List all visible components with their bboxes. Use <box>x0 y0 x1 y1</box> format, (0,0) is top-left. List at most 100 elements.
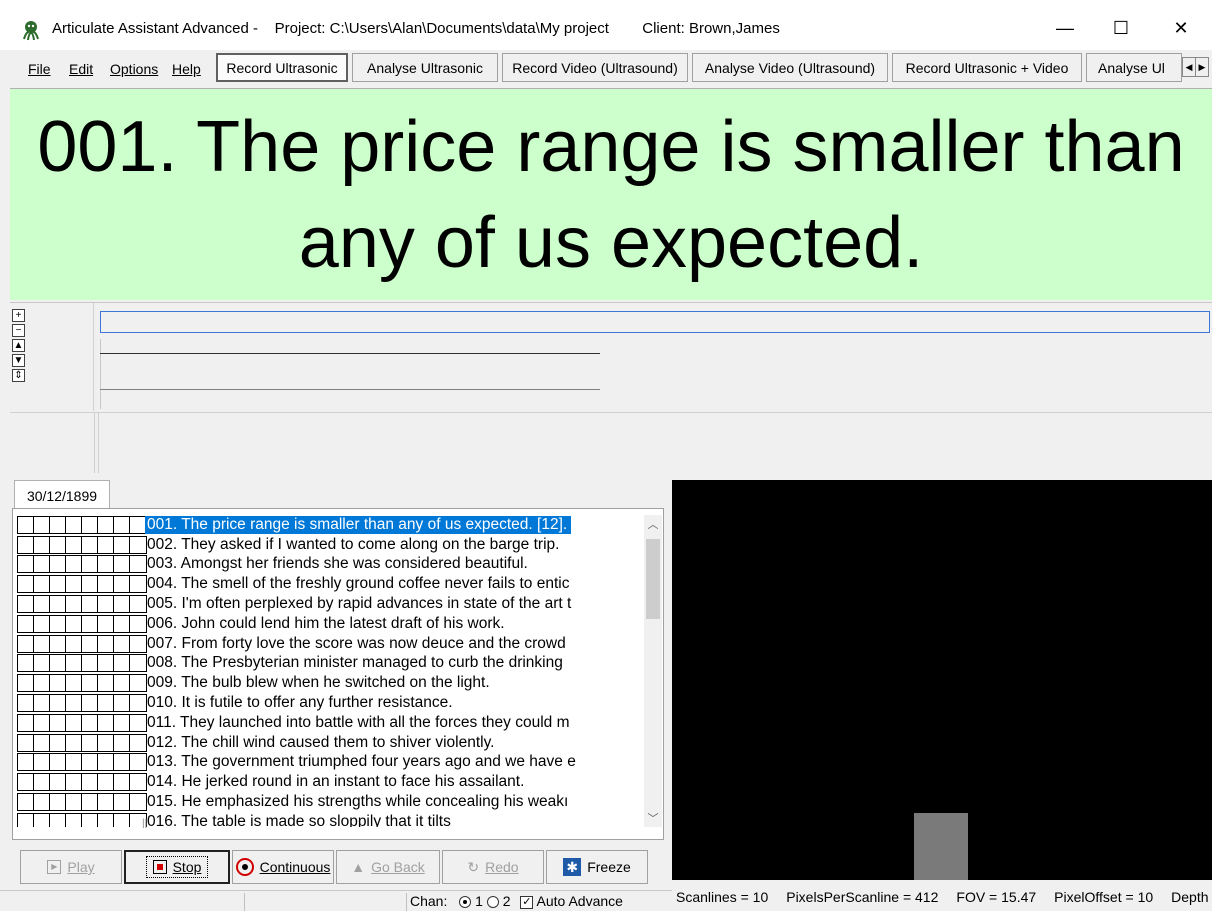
freeze-button[interactable]: ✱ Freeze <box>546 850 648 884</box>
tab-scroll-left-icon[interactable]: ◀ <box>1183 58 1195 76</box>
list-item[interactable]: 012. The chill wind caused them to shive… <box>17 733 643 753</box>
go-back-button[interactable]: ▲ Go Back <box>336 850 440 884</box>
scroll-down-icon[interactable]: ▼ <box>12 354 25 367</box>
recording-status-boxes <box>17 595 147 614</box>
list-item-text: 001. The price range is smaller than any… <box>145 515 572 534</box>
minimize-button[interactable]: — <box>1042 10 1088 46</box>
ultrasound-view[interactable] <box>672 480 1212 880</box>
list-item[interactable]: 016. The table is made so sloppily that … <box>17 812 643 827</box>
menu-file[interactable]: File <box>28 61 51 77</box>
fit-vertical-icon[interactable]: ⇕ <box>12 369 25 382</box>
menu-help[interactable]: Help <box>172 61 201 77</box>
recording-slot-box <box>81 793 99 812</box>
tab-analyse-video-ultrasound[interactable]: Analyse Video (Ultrasound) <box>692 53 888 82</box>
recording-slot-box <box>81 654 99 673</box>
scrollbar-thumb[interactable] <box>646 539 660 619</box>
list-item[interactable]: 015. He emphasized his strengths while c… <box>17 792 643 812</box>
waveform-axis <box>100 339 101 409</box>
scroll-up-icon[interactable]: ▲ <box>12 339 25 352</box>
list-item-text: 005. I'm often perplexed by rapid advanc… <box>147 595 572 613</box>
recording-slot-box <box>49 713 67 732</box>
list-item[interactable]: 008. The Presbyterian minister managed t… <box>17 654 643 674</box>
fov-readout: FOV = 15.47 <box>956 889 1037 905</box>
recording-slot-box <box>17 694 35 713</box>
menu-options-label: Options <box>110 61 159 77</box>
menu-options[interactable]: Options <box>110 61 158 77</box>
recording-slot-box <box>33 515 51 534</box>
recording-slot-box <box>33 654 51 673</box>
recording-slot-box <box>33 535 51 554</box>
continuous-button[interactable]: Continuous <box>232 850 334 884</box>
recording-slot-box <box>129 515 147 534</box>
tab-record-ultrasonic[interactable]: Record Ultrasonic <box>216 53 348 82</box>
recording-slot-box <box>129 654 147 673</box>
snowflake-icon: ✱ <box>563 858 582 876</box>
list-splitter-grip[interactable]: || <box>142 818 147 829</box>
recording-slot-box <box>17 773 35 792</box>
record-continuous-icon <box>235 858 254 876</box>
waveform-controls: + − ▲ ▼ ⇕ <box>10 303 94 411</box>
tab-analyse-ul-truncated[interactable]: Analyse Ul <box>1086 53 1182 82</box>
recording-slot-box <box>113 733 131 752</box>
octopus-app-icon <box>23 21 39 41</box>
recording-slot-box <box>81 595 99 614</box>
recording-slot-box <box>49 515 67 534</box>
maximize-button[interactable]: ☐ <box>1098 10 1144 46</box>
list-item[interactable]: 005. I'm often perplexed by rapid advanc… <box>17 594 643 614</box>
recording-slot-box <box>65 575 83 594</box>
menu-edit[interactable]: Edit <box>69 61 93 77</box>
close-button[interactable]: ✕ <box>1158 10 1204 46</box>
recording-slot-box <box>65 555 83 574</box>
recording-status-boxes <box>17 733 147 752</box>
stop-button[interactable]: Stop <box>124 850 230 884</box>
list-item[interactable]: 011. They launched into battle with all … <box>17 713 643 733</box>
channel-2-radio[interactable] <box>486 896 499 909</box>
list-item-text: 002. They asked if I wanted to come alon… <box>147 535 560 553</box>
recording-slot-box <box>17 654 35 673</box>
tab-record-ultrasonic-video[interactable]: Record Ultrasonic + Video <box>892 53 1082 82</box>
recording-slot-box <box>49 555 67 574</box>
list-item[interactable]: 009. The bulb blew when he switched on t… <box>17 673 643 693</box>
list-item-text: 004. The smell of the freshly ground cof… <box>147 575 570 593</box>
recording-slot-box <box>129 694 147 713</box>
redo-button[interactable]: ↻ Redo <box>442 850 544 884</box>
recording-slot-box <box>81 773 99 792</box>
recording-slot-box <box>33 793 51 812</box>
recording-slot-box <box>113 713 131 732</box>
auto-advance-checkbox[interactable]: ✓ <box>520 895 534 909</box>
recording-slot-box <box>113 515 131 534</box>
prompt-list-scrollbar[interactable]: ︿ ﹀ <box>644 515 662 827</box>
scanlines-readout: Scanlines = 10 <box>676 889 769 905</box>
list-item[interactable]: 007. From forty love the score was now d… <box>17 634 643 654</box>
recording-slot-box <box>129 575 147 594</box>
recording-slot-box <box>129 555 147 574</box>
scroll-up-arrow-icon[interactable]: ︿ <box>644 515 662 533</box>
list-item[interactable]: 014. He jerked round in an instant to fa… <box>17 772 643 792</box>
list-item[interactable]: 003. Amongst her friends she was conside… <box>17 555 643 575</box>
recording-slot-box <box>129 614 147 633</box>
up-arrow-icon: ▲ <box>351 859 366 875</box>
session-date-tab[interactable]: 30/12/1899 <box>14 480 110 510</box>
zoom-out-icon[interactable]: − <box>12 324 25 337</box>
tab-analyse-ultrasonic[interactable]: Analyse Ultrasonic <box>352 53 498 82</box>
status-separator-2 <box>406 893 407 911</box>
scroll-down-arrow-icon[interactable]: ﹀ <box>644 809 662 827</box>
recording-slot-box <box>113 812 131 827</box>
list-item[interactable]: 004. The smell of the freshly ground cof… <box>17 574 643 594</box>
channel-1-label: 1 <box>475 893 483 909</box>
zoom-in-icon[interactable]: + <box>12 309 25 322</box>
waveform-selection-track[interactable] <box>100 311 1210 333</box>
recording-slot-box <box>33 555 51 574</box>
list-item[interactable]: 002. They asked if I wanted to come alon… <box>17 535 643 555</box>
tab-scroll-right-icon[interactable]: ▶ <box>1195 58 1208 76</box>
list-item[interactable]: 001. The price range is smaller than any… <box>17 515 643 535</box>
tab-record-video-ultrasound[interactable]: Record Video (Ultrasound) <box>502 53 688 82</box>
recording-status-boxes <box>17 793 147 812</box>
recording-status-boxes <box>17 515 147 534</box>
list-item[interactable]: 010. It is futile to offer any further r… <box>17 693 643 713</box>
play-button[interactable]: ▶ Play <box>20 850 122 884</box>
recording-status-boxes <box>17 674 147 693</box>
list-item[interactable]: 006. John could lend him the latest draf… <box>17 614 643 634</box>
channel-1-radio[interactable] <box>459 896 472 909</box>
list-item[interactable]: 013. The government triumphed four years… <box>17 753 643 773</box>
